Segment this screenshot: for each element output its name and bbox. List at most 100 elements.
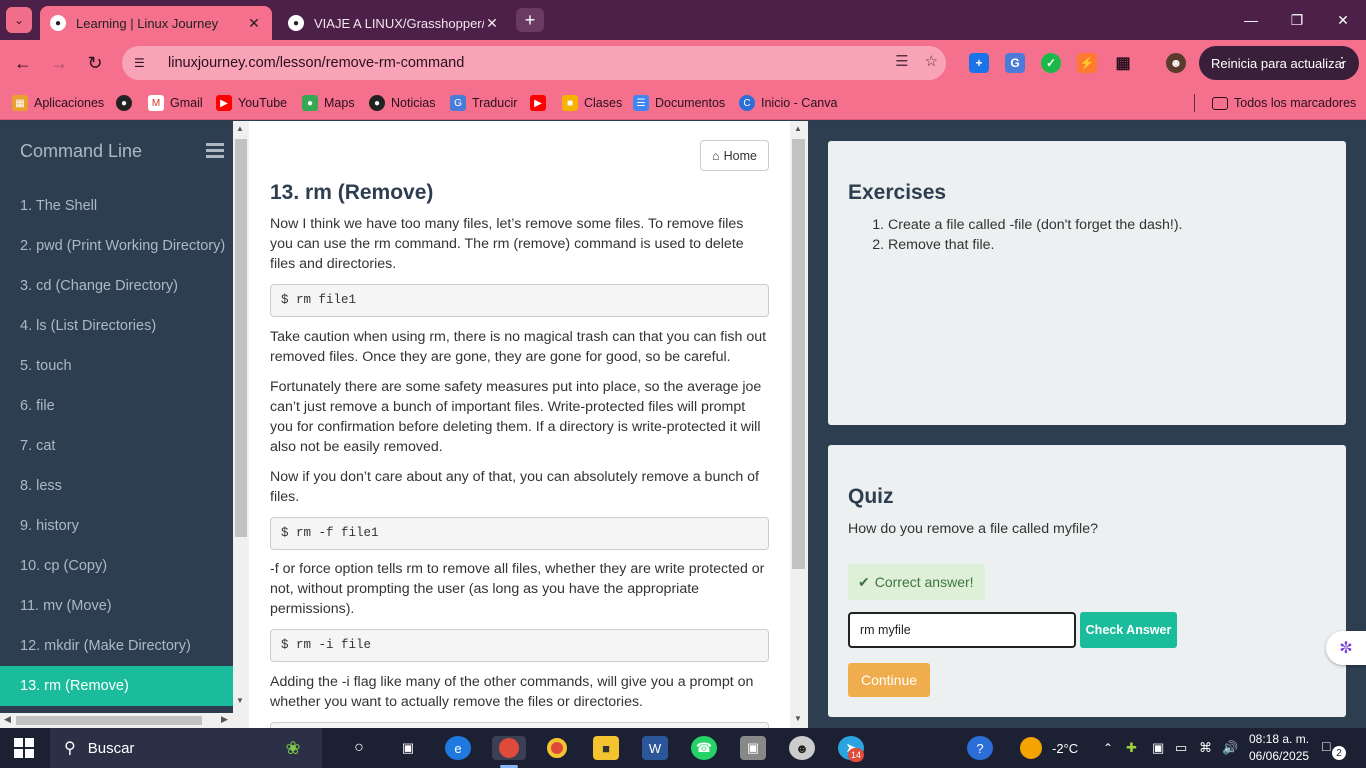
scroll-up-icon[interactable]: ▲	[794, 124, 802, 133]
sidebar-item[interactable]: 11. mv (Move)	[0, 586, 233, 626]
bookmark-documentos[interactable]: ☰ Documentos	[633, 93, 725, 113]
scrollbar-thumb[interactable]	[235, 139, 247, 537]
bookmark-gmail[interactable]: M Gmail	[148, 93, 203, 113]
volume-icon[interactable]: 🔊	[1222, 728, 1238, 768]
tab-github[interactable]: ● VIAJE A LINUX/Grasshopper/Linux ✕	[278, 6, 510, 40]
battery-icon[interactable]: ▭	[1175, 728, 1187, 768]
windows-start-icon[interactable]	[14, 738, 34, 758]
edge-icon[interactable]: e	[445, 736, 471, 760]
translate-page-icon[interactable]: ☰	[895, 52, 908, 70]
bookmark-aplicaciones[interactable]: ▦ Aplicaciones	[12, 93, 104, 113]
sidebar-item[interactable]: 1. The Shell	[0, 186, 233, 226]
bookmark-canva[interactable]: C Inicio - Canva	[739, 93, 837, 113]
tab-linux-journey[interactable]: ● Learning | Linux Journey ✕	[40, 6, 272, 40]
answer-input[interactable]	[848, 612, 1076, 648]
chrome-icon[interactable]	[544, 736, 570, 760]
scroll-down-icon[interactable]: ▼	[794, 714, 802, 723]
task-view-icon[interactable]: ▣	[395, 736, 421, 760]
weather-sun-icon[interactable]	[1020, 737, 1042, 759]
scrollbar-thumb[interactable]	[792, 139, 805, 569]
scroll-down-icon[interactable]: ▼	[236, 696, 244, 705]
avatar-app-icon[interactable]: ☻	[789, 736, 815, 760]
whatsapp-icon[interactable]: ☎	[691, 736, 717, 760]
content-vertical-scrollbar[interactable]: ▲ ▼	[790, 121, 808, 728]
browser-tab-bar: ⌄ ● Learning | Linux Journey ✕ ● VIAJE A…	[0, 0, 1366, 40]
bookmark-noticias[interactable]: ● Noticias	[369, 93, 435, 113]
bookmark-maps[interactable]: ● Maps	[302, 93, 355, 113]
forward-icon[interactable]: →	[44, 48, 74, 78]
extension-bolt-icon[interactable]: ⚡	[1077, 53, 1097, 73]
sidebar-item[interactable]: 8. less	[0, 466, 233, 506]
tray-app-icon[interactable]: ✚	[1126, 728, 1137, 768]
notifications-icon[interactable]: □ 2	[1322, 738, 1346, 760]
sidebar-item[interactable]: 9. history	[0, 506, 233, 546]
sidebar-item[interactable]: 3. cd (Change Directory)	[0, 266, 233, 306]
cortana-icon[interactable]: ○	[346, 736, 372, 760]
gmail-icon: M	[148, 95, 164, 111]
sidebar-item[interactable]: 12. mkdir (Make Directory)	[0, 626, 233, 666]
sidebar-item[interactable]: 6. file	[0, 386, 233, 426]
home-icon: ⌂	[712, 148, 720, 163]
tab-search-button[interactable]: ⌄	[6, 7, 32, 33]
home-button[interactable]: ⌂ Home	[700, 140, 769, 171]
sidebar-item[interactable]: 5. touch	[0, 346, 233, 386]
url-text: linuxjourney.com/lesson/remove-rm-comman…	[168, 55, 465, 71]
chrome-profile-icon[interactable]	[492, 736, 526, 760]
address-bar[interactable]: ☰ linuxjourney.com/lesson/remove-rm-comm…	[122, 46, 946, 80]
scroll-right-icon[interactable]: ▶	[221, 714, 228, 725]
sidebar-item[interactable]: 10. cp (Copy)	[0, 546, 233, 586]
bookmark-youtube[interactable]: ▶ YouTube	[216, 93, 287, 113]
show-hidden-icons[interactable]: ⌃	[1103, 728, 1113, 768]
file-explorer-icon[interactable]: ■	[593, 736, 619, 760]
reload-icon[interactable]: ↻	[80, 48, 110, 78]
more-menu-icon[interactable]: ⋮	[1335, 54, 1349, 71]
taskbar-clock[interactable]: 08:18 a. m. 06/06/2025	[1249, 731, 1309, 765]
update-button[interactable]: Reinicia para actualizar ⋮	[1199, 46, 1359, 80]
scrollbar-thumb[interactable]	[16, 716, 202, 725]
app-icon[interactable]: ▣	[740, 736, 766, 760]
wifi-icon[interactable]: ⌘	[1199, 728, 1212, 768]
sidebar-item[interactable]: 4. ls (List Directories)	[0, 306, 233, 346]
bookmark-youtube-2[interactable]: ▶	[530, 93, 552, 113]
minimize-icon[interactable]: —	[1228, 6, 1274, 34]
exercises-card: Exercises Create a file called -file (do…	[828, 141, 1346, 425]
bookmark-globe[interactable]: ●	[116, 93, 138, 113]
sidebar-vertical-scrollbar[interactable]: ▲ ▼	[233, 121, 249, 728]
back-icon[interactable]: ←	[8, 48, 38, 78]
continue-button[interactable]: Continue	[848, 663, 930, 697]
tray-device-icon[interactable]: ▣	[1152, 728, 1164, 768]
bookmark-clases[interactable]: ■ Clases	[562, 93, 622, 113]
restore-icon[interactable]: ❐	[1274, 6, 1320, 34]
lesson-paragraph: Take caution when using rm, there is no …	[270, 329, 767, 365]
penguin-icon: ●	[50, 15, 66, 31]
weather-temperature[interactable]: -2°C	[1052, 728, 1078, 768]
bookmarks-bar: ▦ Aplicaciones ● M Gmail ▶ YouTube ● Maps ● N…	[0, 86, 1366, 120]
new-tab-button[interactable]: +	[516, 8, 544, 32]
close-window-icon[interactable]: ✕	[1320, 6, 1366, 34]
lesson-content: ▲ ▼ ⌂ Home 13. rm (Remove) Now I think we…	[233, 121, 808, 728]
site-info-icon[interactable]: ☰	[134, 56, 150, 70]
profile-avatar[interactable]: ☻	[1166, 53, 1186, 73]
extension-translate-icon[interactable]: G	[1005, 53, 1025, 73]
scroll-up-icon[interactable]: ▲	[236, 124, 244, 133]
bookmark-traducir[interactable]: G Traducir	[450, 93, 517, 113]
sidebar-horizontal-scrollbar[interactable]: ◀ ▶	[0, 713, 233, 728]
bookmark-star-icon[interactable]: ☆	[925, 52, 938, 70]
all-bookmarks[interactable]: Todos los marcadores	[1212, 93, 1356, 113]
check-answer-button[interactable]: Check Answer	[1080, 612, 1177, 648]
quiz-question: How do you remove a file called myfile?	[848, 521, 1098, 537]
scroll-left-icon[interactable]: ◀	[4, 714, 11, 725]
word-icon[interactable]: W	[642, 736, 668, 760]
help-icon[interactable]: ?	[967, 736, 993, 760]
sidebar-item-active[interactable]: 13. rm (Remove)	[0, 666, 233, 706]
close-tab-icon[interactable]: ✕	[484, 15, 500, 32]
lesson-paragraph: Now I think we have too many files, let’…	[270, 216, 744, 272]
sidebar-item[interactable]: 7. cat	[0, 426, 233, 466]
brain-extension-icon[interactable]: ✼	[1326, 631, 1366, 665]
hamburger-menu-icon[interactable]	[206, 143, 224, 159]
close-tab-icon[interactable]: ✕	[246, 15, 262, 32]
sidebar-item[interactable]: 2. pwd (Print Working Directory)	[0, 226, 233, 266]
extension-plus-icon[interactable]: +	[969, 53, 989, 73]
extension-check-icon[interactable]: ✓	[1041, 53, 1061, 73]
extensions-puzzle-icon[interactable]: ▦	[1113, 53, 1133, 73]
